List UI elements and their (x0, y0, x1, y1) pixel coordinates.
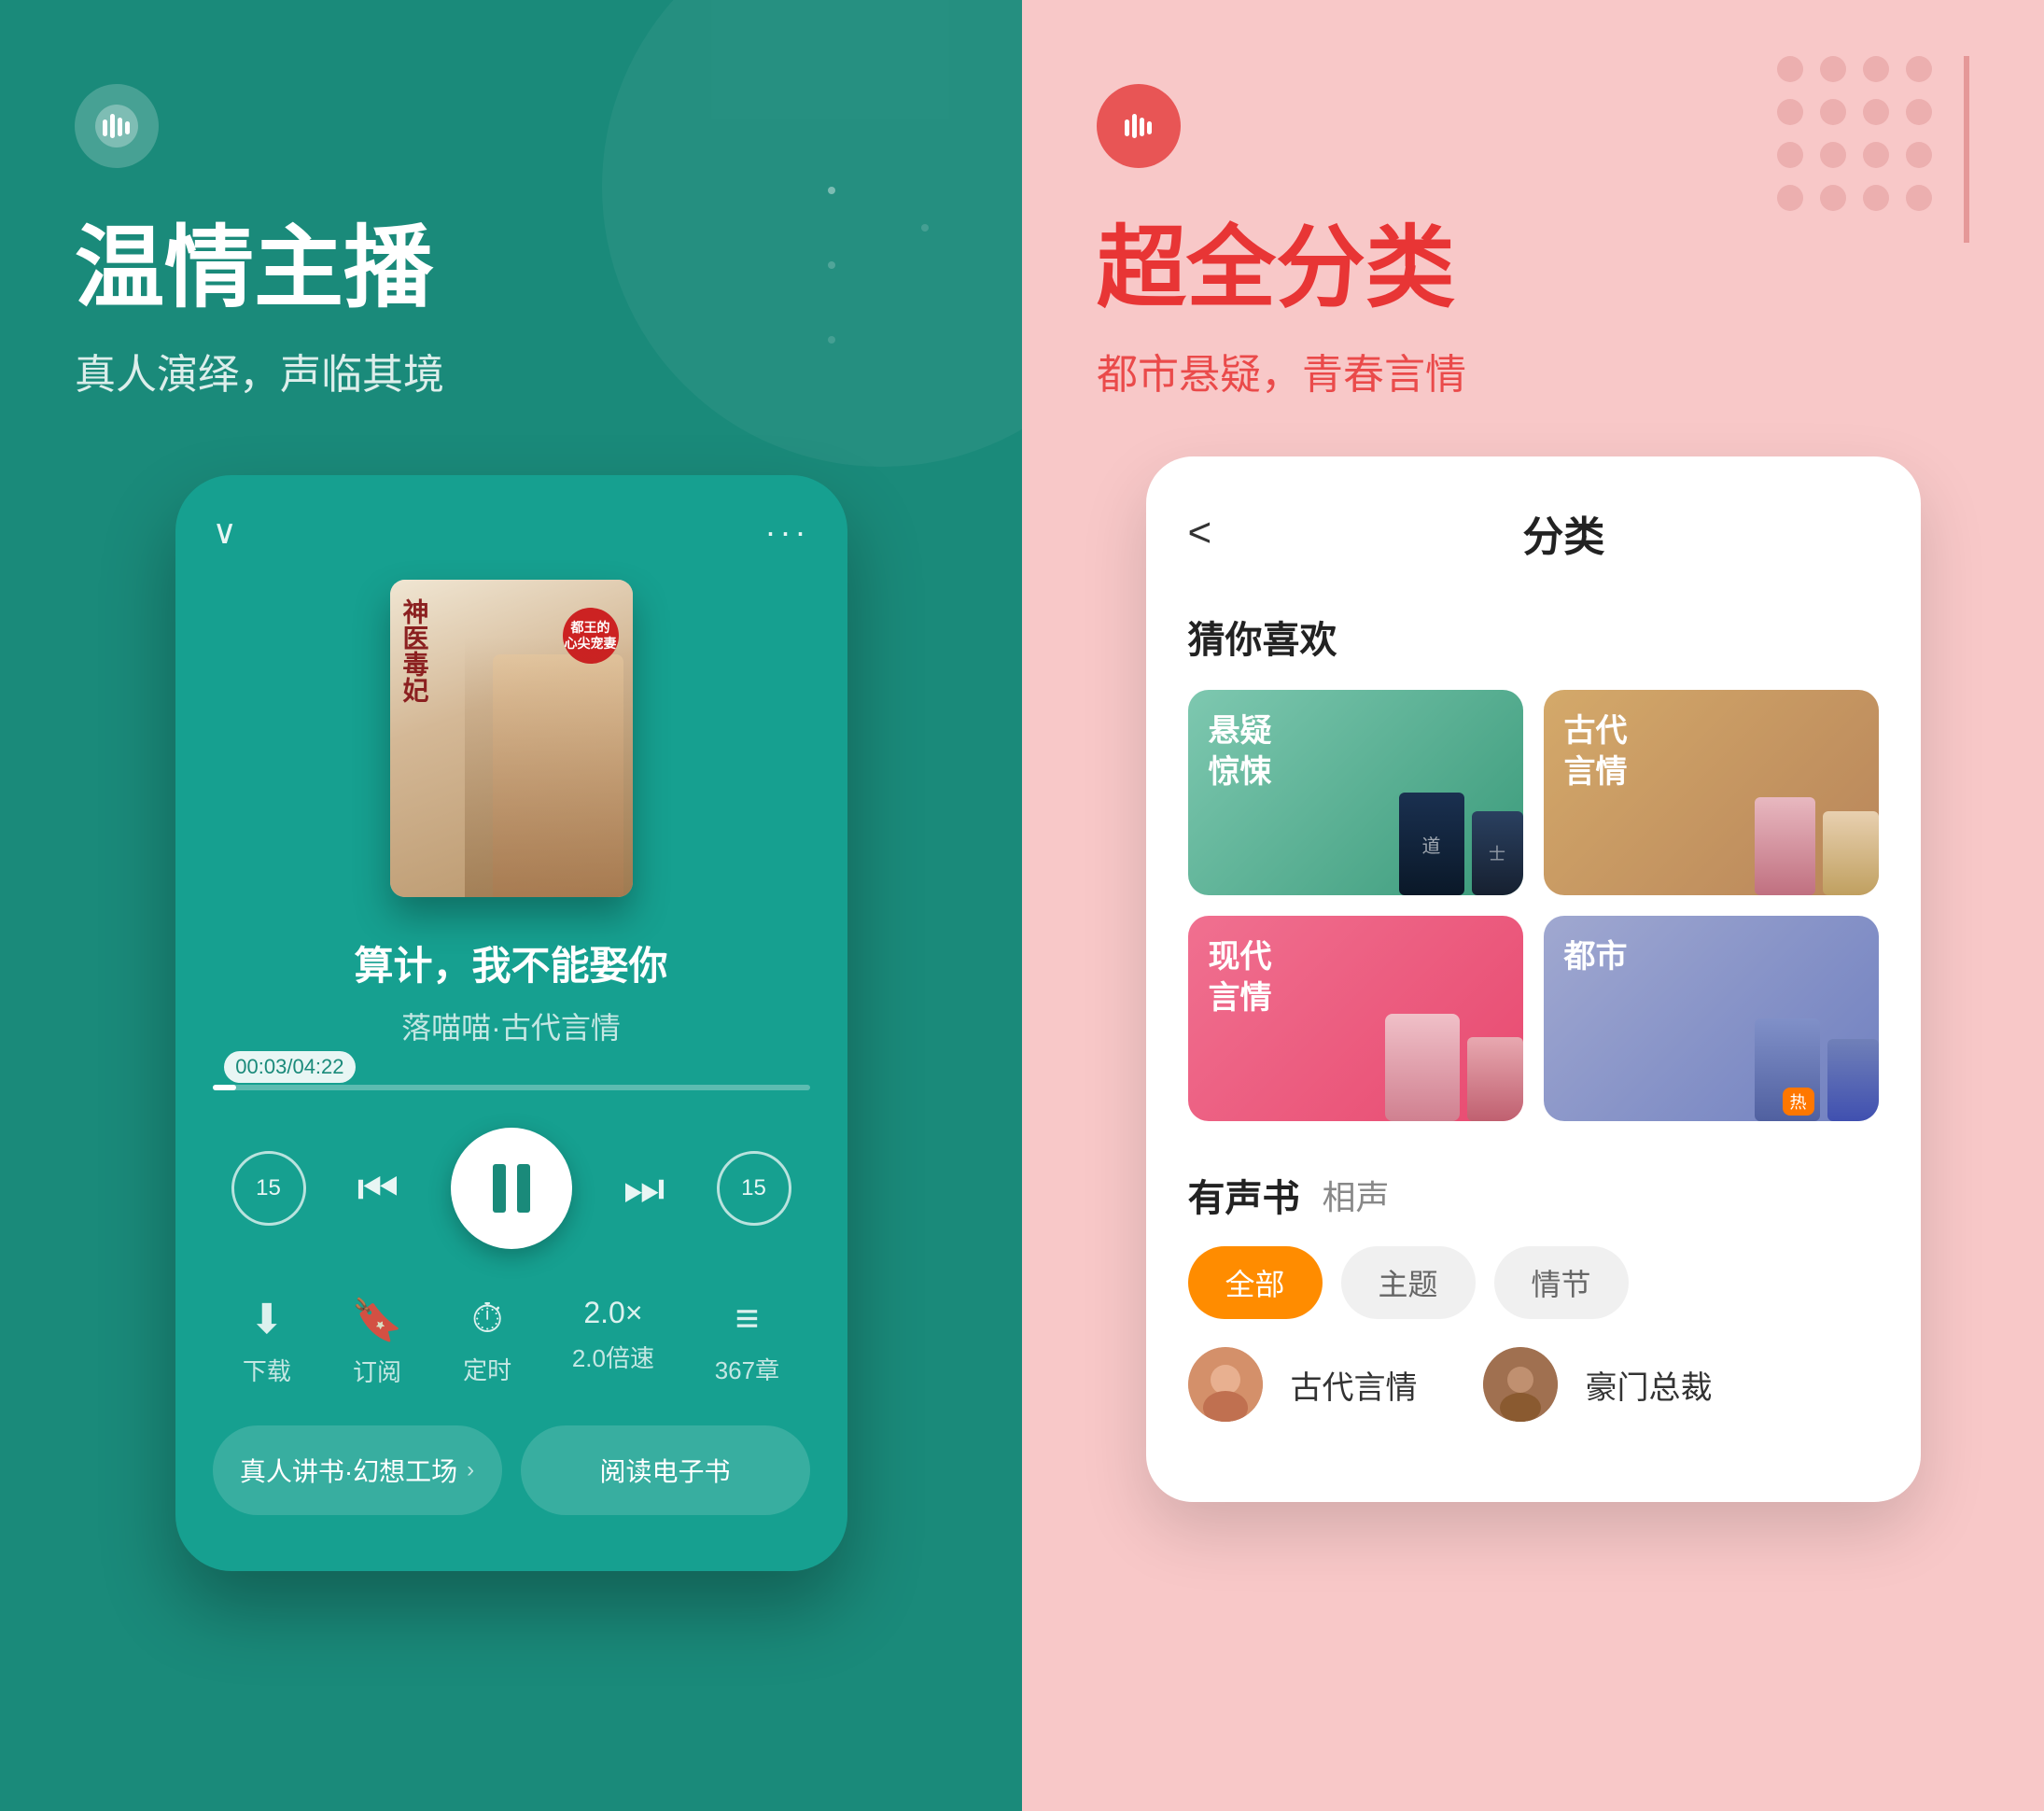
ancient-romance-label: 古代言情 (1564, 710, 1628, 793)
urban-book-1: 热 (1755, 1018, 1820, 1121)
ancient-romance-avatar (1188, 1347, 1263, 1422)
modern-book-1 (1385, 1014, 1460, 1121)
guess-section-title: 猜你喜欢 (1188, 610, 1879, 664)
book-cover-container: 都王的心尖宠妻 (213, 580, 810, 897)
right-logo (1097, 84, 1181, 168)
download-icon: ⬇ (249, 1296, 284, 1343)
mystery-books: 道 士 (1399, 793, 1523, 895)
subscribe-icon: 🔖 (352, 1296, 403, 1344)
category-screen: < 分类 猜你喜欢 悬疑惊悚 道 士 古代言情 (1146, 456, 1921, 1502)
left-logo (75, 84, 159, 168)
book-cover-art: 都王的心尖宠妻 (390, 580, 633, 897)
speed-label: 2.0倍速 (572, 1340, 654, 1374)
ancient-romance-cat-label: 古代言情 (1291, 1362, 1418, 1408)
ancient-romance-books (1755, 797, 1879, 895)
phone-dots-icon[interactable]: ··· (765, 512, 810, 552)
right-subtitle: 都市悬疑，青春言情 (1097, 341, 1466, 400)
modern-romance-label: 现代言情 (1209, 936, 1272, 1018)
mystery-label: 悬疑惊悚 (1209, 710, 1272, 793)
decorative-dots (1777, 56, 1932, 211)
urban-books: 热 (1755, 1018, 1879, 1121)
category-card-modern-romance[interactable]: 现代言情 (1188, 916, 1523, 1121)
action-bar: ⬇ 下载 🔖 订阅 ⏱ 定时 2.0× 2.0倍速 ≡ 367章 (213, 1296, 810, 1388)
hot-badge: 热 (1783, 1088, 1814, 1116)
right-title: 超全分类 (1097, 215, 1455, 322)
pause-bar-left (493, 1164, 506, 1213)
ebook-button[interactable]: 阅读电子书 (521, 1425, 810, 1515)
track-title: 算计，我不能娶你 (213, 934, 810, 991)
subscribe-action[interactable]: 🔖 订阅 (352, 1296, 403, 1388)
narration-button[interactable]: 真人讲书·幻想工场 › (213, 1425, 502, 1515)
category-tabs: 全部 主题 情节 (1188, 1246, 1879, 1319)
audiobook-header: 有声书 相声 (1188, 1168, 1879, 1222)
pause-bar-right (517, 1164, 530, 1213)
track-meta: 落喵喵·古代言情 (213, 1004, 810, 1047)
time-badge: 00:03/04:22 (224, 1051, 355, 1083)
left-panel: 温情主播 真人演绎，声临其境 ∨ ··· 都王的心尖宠妻 算计，我不能娶你 落喵… (0, 0, 1022, 1811)
bottom-buttons: 真人讲书·幻想工场 › 阅读电子书 (213, 1425, 810, 1515)
chapters-label: 367章 (715, 1352, 779, 1386)
phone-chevron-icon[interactable]: ∨ (213, 512, 237, 552)
audiobook-title: 有声书 (1188, 1168, 1300, 1222)
cat-back-button[interactable]: < (1188, 510, 1212, 556)
timer-action[interactable]: ⏱ 定时 (463, 1296, 511, 1388)
download-action[interactable]: ⬇ 下载 (243, 1296, 291, 1388)
next-track-button[interactable]: ⏭ (623, 1161, 665, 1216)
urban-book-2 (1827, 1039, 1879, 1121)
ancient-book-2 (1823, 811, 1879, 895)
progress-bar[interactable] (213, 1085, 810, 1090)
left-title: 温情主播 (75, 215, 433, 322)
book-badge: 都王的心尖宠妻 (563, 608, 619, 664)
cat-screen-title: 分类 (1249, 503, 1878, 563)
speed-icon: 2.0× (583, 1296, 642, 1330)
phone-header: ∨ ··· (213, 512, 810, 552)
category-card-ancient-romance[interactable]: 古代言情 (1544, 690, 1879, 895)
skip-forward-button[interactable]: 15 (717, 1151, 791, 1226)
tab-plot[interactable]: 情节 (1494, 1246, 1629, 1319)
narration-label: 真人讲书·幻想工场 (240, 1452, 457, 1489)
audiobook-section: 有声书 相声 全部 主题 情节 古代言情 (1188, 1168, 1879, 1422)
progress-fill (213, 1085, 237, 1090)
category-list: 古代言情 豪门总裁 (1188, 1347, 1879, 1422)
chapters-icon: ≡ (735, 1296, 760, 1342)
left-subtitle: 真人演绎，声临其境 (75, 341, 444, 400)
pause-icon (493, 1164, 530, 1213)
category-grid: 悬疑惊悚 道 士 古代言情 现代言情 (1188, 690, 1879, 1121)
modern-book-2 (1467, 1037, 1523, 1121)
tab-theme[interactable]: 主题 (1341, 1246, 1476, 1319)
prev-track-button[interactable]: ⏮ (357, 1161, 399, 1216)
category-card-urban[interactable]: 都市 热 (1544, 916, 1879, 1121)
download-label: 下载 (243, 1353, 291, 1387)
mogul-avatar (1483, 1347, 1558, 1422)
tab-all[interactable]: 全部 (1188, 1246, 1323, 1319)
speed-action[interactable]: 2.0× 2.0倍速 (572, 1296, 654, 1388)
mogul-cat-label: 豪门总裁 (1586, 1362, 1713, 1408)
skip-back-button[interactable]: 15 (231, 1151, 306, 1226)
chapters-action[interactable]: ≡ 367章 (715, 1296, 779, 1388)
ebook-label: 阅读电子书 (599, 1452, 730, 1489)
progress-container: 00:03/04:22 (213, 1085, 810, 1090)
narration-arrow: › (467, 1457, 474, 1483)
mystery-book-1: 道 (1399, 793, 1464, 895)
cat-header: < 分类 (1188, 503, 1879, 563)
right-panel: 超全分类 都市悬疑，青春言情 < 分类 猜你喜欢 悬疑惊悚 道 士 古代言情 (1022, 0, 2044, 1811)
phone-mockup: ∨ ··· 都王的心尖宠妻 算计，我不能娶你 落喵喵·古代言情 00:03/04… (175, 475, 847, 1571)
urban-label: 都市 (1564, 936, 1628, 977)
pause-button[interactable] (451, 1128, 572, 1249)
modern-romance-books (1385, 1014, 1523, 1121)
skip-back-label: 15 (256, 1175, 281, 1201)
timer-icon: ⏱ (471, 1296, 503, 1342)
skip-forward-label: 15 (741, 1175, 766, 1201)
book-cover: 都王的心尖宠妻 (390, 580, 633, 897)
subscribe-label: 订阅 (353, 1354, 401, 1388)
crosstalk-title: 相声 (1323, 1171, 1390, 1219)
mystery-book-2: 士 (1472, 811, 1523, 895)
category-card-mystery[interactable]: 悬疑惊悚 道 士 (1188, 690, 1523, 895)
ancient-book-1 (1755, 797, 1815, 895)
playback-controls: 15 ⏮ ⏭ 15 (213, 1128, 810, 1249)
book-figure-decoration (493, 654, 623, 897)
timer-label: 定时 (463, 1352, 511, 1386)
